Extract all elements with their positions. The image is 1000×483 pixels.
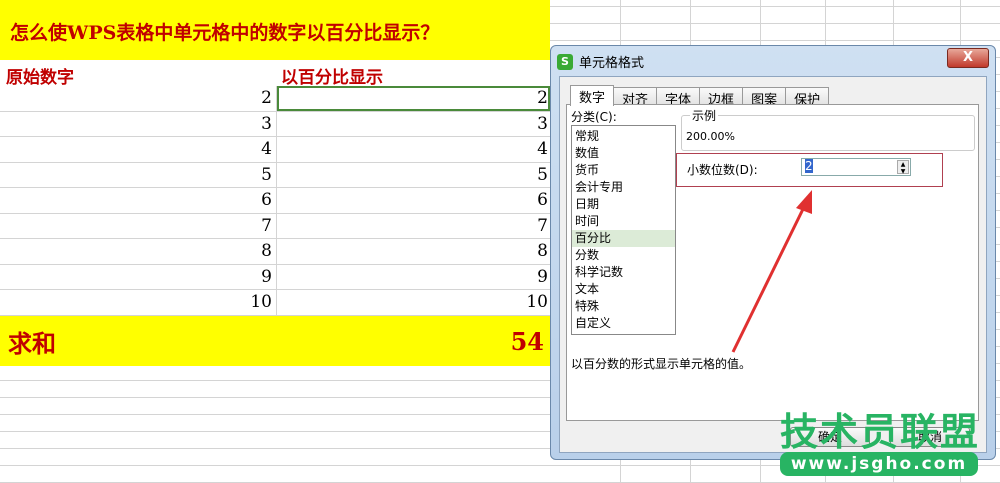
tab-0[interactable]: 数字 [570, 85, 615, 106]
watermark-url: www.jsgho.com [780, 452, 978, 476]
watermark: 技术员联盟 www.jsgho.com [770, 412, 990, 476]
watermark-name: 技术员联盟 [779, 410, 980, 454]
